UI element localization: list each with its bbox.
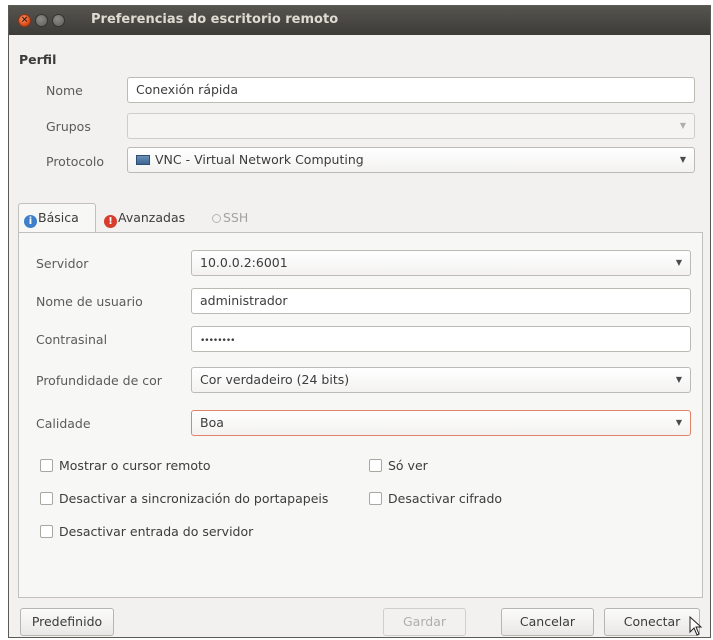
color-depth-value: Cor verdadeiro (24 bits): [200, 372, 350, 387]
groups-label: Grupos: [46, 119, 91, 134]
save-button[interactable]: Gardar: [383, 608, 466, 636]
quality-value: Boa: [200, 415, 224, 430]
tab-basic[interactable]: i Básica: [18, 203, 96, 234]
chevron-down-icon: ▼: [675, 418, 682, 427]
view-only-checkbox[interactable]: Só ver: [369, 458, 428, 474]
vnc-protocol-icon: [136, 155, 150, 165]
quality-combo[interactable]: Boa ▼: [191, 410, 691, 436]
close-window-button[interactable]: ×: [18, 14, 31, 27]
chevron-down-icon: ▼: [679, 121, 686, 130]
connect-button[interactable]: Conectar: [604, 608, 700, 636]
name-input[interactable]: Conexión rápida: [127, 77, 695, 103]
protocol-combo[interactable]: VNC - Virtual Network Computing ▼: [127, 147, 695, 173]
checkbox-box: [40, 492, 53, 505]
tab-advanced-label: Avanzadas: [118, 210, 186, 225]
quality-label: Calidade: [36, 416, 91, 431]
checkbox-box: [369, 492, 382, 505]
username-input[interactable]: administrador: [191, 288, 691, 314]
show-remote-cursor-label: Mostrar o cursor remoto: [59, 458, 211, 473]
disable-server-input-label: Desactivar entrada do servidor: [59, 524, 254, 539]
protocol-value: VNC - Virtual Network Computing: [155, 152, 364, 167]
password-value: ••••••••: [200, 336, 235, 346]
tab-ssh-label: SSH: [223, 210, 249, 225]
maximize-window-button[interactable]: [52, 14, 65, 27]
chevron-down-icon: ▼: [675, 258, 682, 267]
info-icon: i: [24, 215, 37, 228]
tab-advanced[interactable]: ! Avanzadas: [100, 203, 204, 232]
checkbox-box: [40, 459, 53, 472]
chevron-down-icon: ▼: [679, 155, 686, 164]
remote-desktop-preferences-dialog: × Preferencias do escritorio remoto Perf…: [8, 5, 711, 638]
server-combo[interactable]: 10.0.0.2:6001 ▼: [191, 250, 691, 276]
password-label: Contrasinal: [36, 332, 108, 347]
protocol-label: Protocolo: [46, 154, 105, 169]
show-remote-cursor-checkbox[interactable]: Mostrar o cursor remoto: [40, 458, 211, 474]
username-label: Nome de usuario: [36, 294, 143, 309]
disable-encryption-checkbox[interactable]: Desactivar cifrado: [369, 491, 502, 507]
checkbox-box: [40, 525, 53, 538]
title-bar[interactable]: × Preferencias do escritorio remoto: [9, 6, 710, 35]
password-input[interactable]: ••••••••: [191, 326, 691, 352]
window-title: Preferencias do escritorio remoto: [91, 12, 339, 27]
tab-basic-label: Básica: [38, 210, 79, 225]
disable-clipboard-sync-label: Desactivar a sincronización do portapape…: [59, 491, 329, 506]
server-value: 10.0.0.2:6001: [200, 255, 288, 270]
checkbox-box: [369, 459, 382, 472]
disable-server-input-checkbox[interactable]: Desactivar entrada do servidor: [40, 524, 253, 540]
ssh-icon: [212, 214, 221, 223]
profile-section-title: Perfil: [19, 52, 57, 67]
color-depth-combo[interactable]: Cor verdadeiro (24 bits) ▼: [191, 367, 691, 393]
warning-icon: !: [104, 215, 117, 228]
mouse-pointer-icon: [689, 616, 703, 636]
disable-clipboard-sync-checkbox[interactable]: Desactivar a sincronización do portapape…: [40, 491, 328, 507]
disable-encryption-label: Desactivar cifrado: [388, 491, 503, 506]
color-depth-label: Profundidade de cor: [36, 373, 162, 388]
view-only-label: Só ver: [388, 458, 428, 473]
name-label: Nome: [46, 83, 83, 98]
groups-combo[interactable]: ▼: [127, 113, 695, 139]
minimize-window-button[interactable]: [35, 14, 48, 27]
close-icon: ×: [20, 15, 29, 25]
chevron-down-icon: ▼: [675, 375, 682, 384]
default-button[interactable]: Predefinido: [20, 608, 114, 636]
cancel-button[interactable]: Cancelar: [501, 608, 594, 636]
server-label: Servidor: [36, 256, 89, 271]
basic-tab-panel: Servidor 10.0.0.2:6001 ▼ Nome de usuario…: [18, 232, 703, 598]
tab-ssh[interactable]: SSH: [208, 203, 268, 232]
